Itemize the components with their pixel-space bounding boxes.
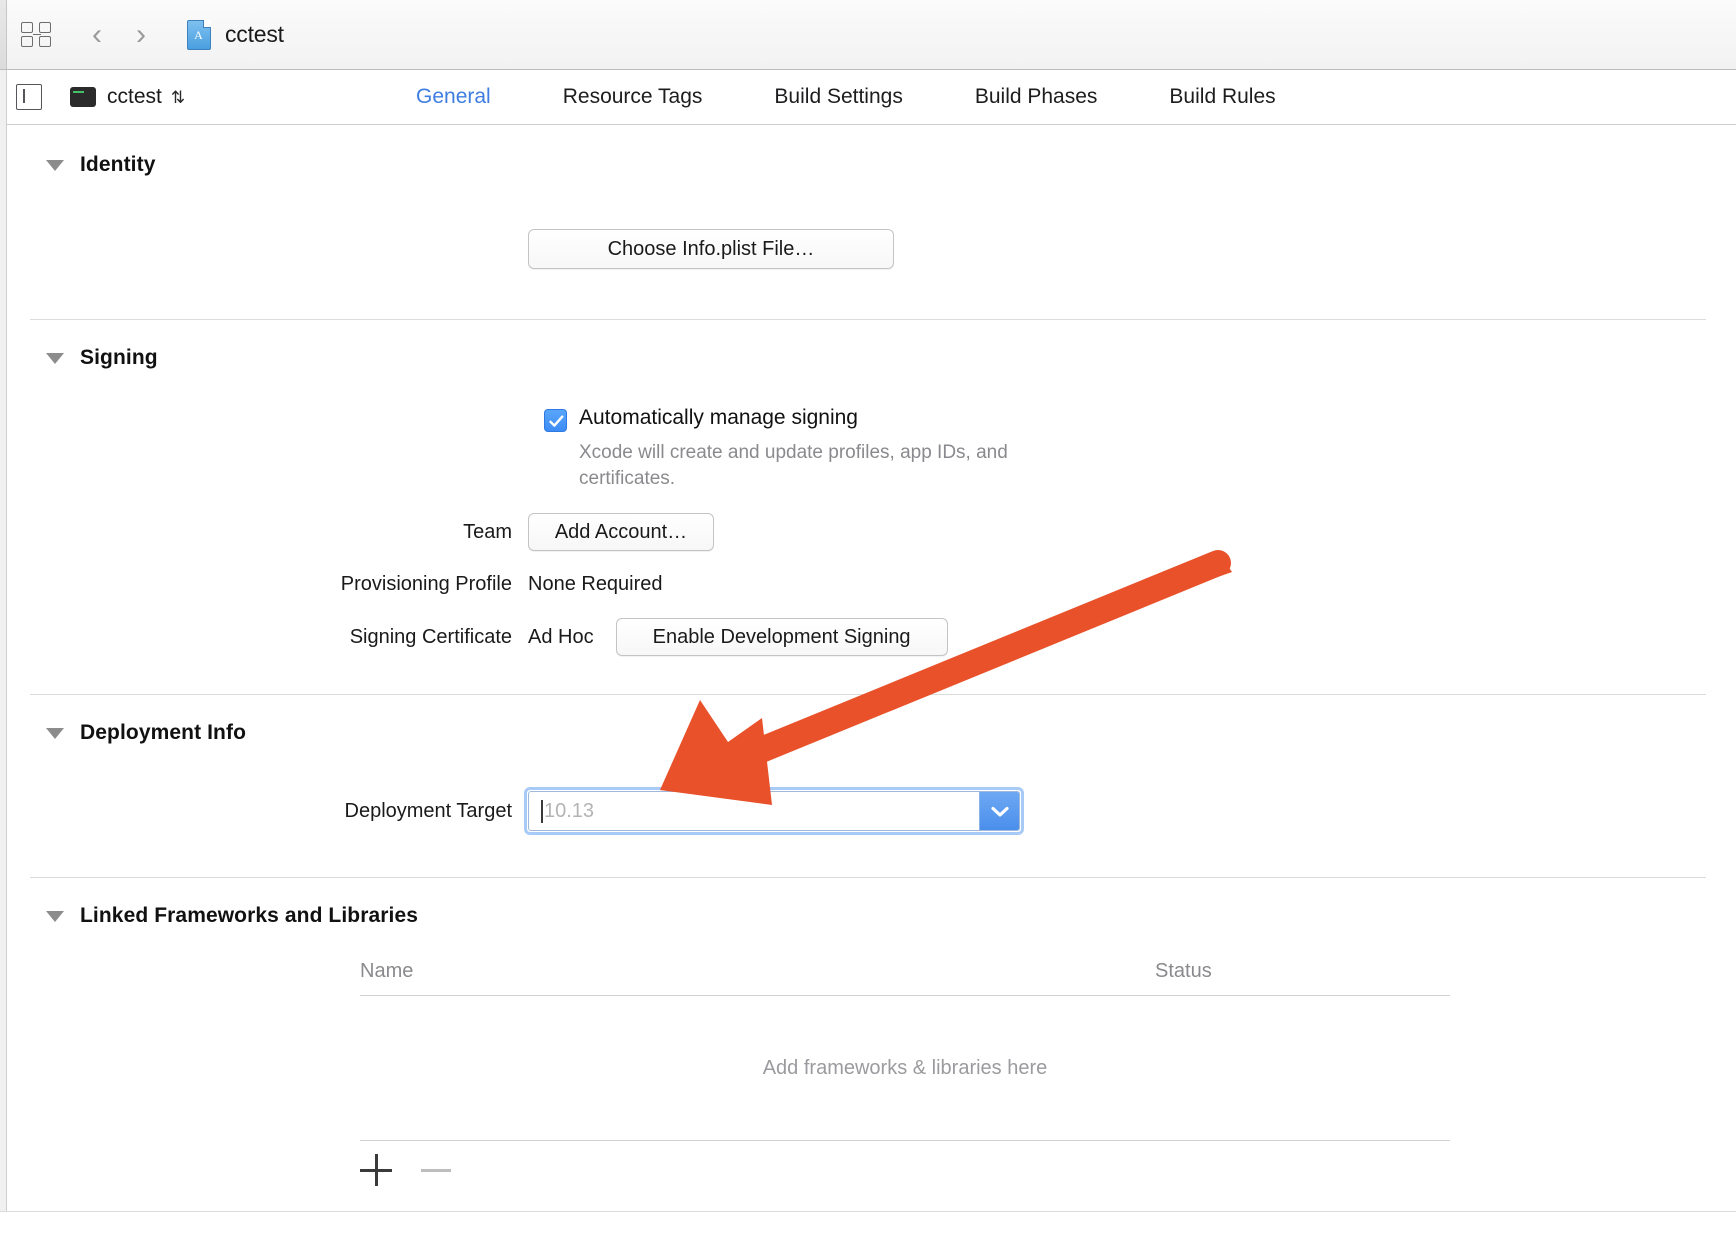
tab-general[interactable]: General [380,85,527,109]
column-header-name: Name [360,960,414,983]
enable-development-signing-button[interactable]: Enable Development Signing [615,618,948,657]
provisioning-profile-label: Provisioning Profile [340,573,512,596]
signing-certificate-label: Signing Certificate [349,625,512,648]
window-bottom-strip [0,1211,1736,1234]
deployment-target-field[interactable]: 10.13 [524,787,1024,836]
section-title-linked-frameworks: Linked Frameworks and Libraries [80,904,419,928]
divider-deployment [30,877,1706,879]
target-icon [70,87,96,107]
tab-resource-tags[interactable]: Resource Tags [527,85,739,109]
chevron-down-icon [990,806,1009,817]
section-title-deployment-info: Deployment Info [80,721,247,745]
add-account-button[interactable]: Add Account… [528,513,714,552]
forward-button[interactable]: › [121,19,161,50]
section-signing-header[interactable]: Signing [0,346,1736,370]
section-title-identity: Identity [80,153,156,176]
chevron-updown-icon: ⇅ [170,87,186,107]
target-name-label: cctest [107,85,162,108]
content-left-edge [0,70,7,1234]
automatically-manage-signing-checkbox[interactable] [544,409,567,432]
toggle-navigator-icon[interactable] [16,84,42,110]
signing-certificate-row: Signing Certificate Ad Hoc Enable Develo… [0,618,1736,657]
automatically-manage-signing-row: Automatically manage signing [0,406,1736,432]
tab-build-phases[interactable]: Build Phases [939,85,1134,109]
deployment-target-dropdown-button[interactable] [979,792,1019,831]
tab-bar-left-group: cctest ⇅ [0,84,380,110]
editor-tab-bar: cctest ⇅ General Resource Tags Build Set… [0,70,1736,125]
deployment-target-label: Deployment Target [344,799,513,822]
deployment-target-row: Deployment Target 10.13 [0,787,1736,836]
project-file-icon: A [187,19,211,50]
back-button[interactable]: ‹ [77,19,117,50]
divider-signing [30,694,1706,696]
table-action-bar [360,1141,1450,1187]
disclosure-triangle-icon[interactable] [46,727,64,739]
jump-bar-title[interactable]: cctest [225,21,284,48]
empty-state-message[interactable]: Add frameworks & libraries here [360,996,1450,1142]
tab-list: General Resource Tags Build Settings Bui… [380,85,1312,109]
target-selector[interactable]: cctest ⇅ [70,85,185,109]
add-framework-button[interactable] [360,1153,394,1187]
tab-build-settings[interactable]: Build Settings [738,85,938,109]
project-navigator-icon[interactable] [21,21,55,49]
column-header-status: Status [1155,960,1212,983]
choose-info-plist-button[interactable]: Choose Info.plist File… [528,229,894,269]
tab-build-rules[interactable]: Build Rules [1133,85,1311,109]
signing-help-text: Xcode will create and update profiles, a… [579,442,1008,489]
jump-bar-toolbar: ‹ › A cctest [0,0,1736,70]
section-linked-frameworks-header[interactable]: Linked Frameworks and Libraries [0,904,1736,928]
toolbar-left-edge [0,0,7,69]
signing-help-text-wrap: Xcode will create and update profiles, a… [0,440,1736,491]
checkmark-icon [549,415,564,427]
section-deployment-info-header[interactable]: Deployment Info [0,721,1736,745]
section-identity-header[interactable]: Identity [0,153,1736,177]
text-caret [541,799,543,823]
automatically-manage-signing-label: Automatically manage signing [579,406,858,429]
section-title-signing: Signing [80,346,158,369]
identity-plist-row: Choose Info.plist File… [0,229,1736,269]
disclosure-triangle-icon[interactable] [46,159,64,171]
team-row: Team Add Account… [0,513,1736,552]
remove-framework-button [420,1153,454,1187]
app-glyph: A [194,27,203,42]
team-label: Team [463,520,512,543]
divider-identity [30,319,1706,320]
linked-frameworks-table: Name Status Add frameworks & libraries h… [360,960,1450,1187]
deployment-target-combo[interactable]: 10.13 [528,791,1020,832]
table-header-row: Name Status [360,960,1450,997]
disclosure-triangle-icon[interactable] [46,352,64,364]
provisioning-profile-row: Provisioning Profile None Required [0,573,1736,596]
deployment-target-placeholder: 10.13 [544,799,595,822]
provisioning-profile-value: None Required [528,573,663,596]
xcode-project-editor-window: ‹ › A cctest cctest ⇅ General Resource T… [0,0,1736,1234]
general-settings-pane: Identity Choose Info.plist File… Signing… [0,125,1736,1234]
signing-certificate-value: Ad Hoc [528,625,594,648]
disclosure-triangle-icon[interactable] [46,910,64,922]
